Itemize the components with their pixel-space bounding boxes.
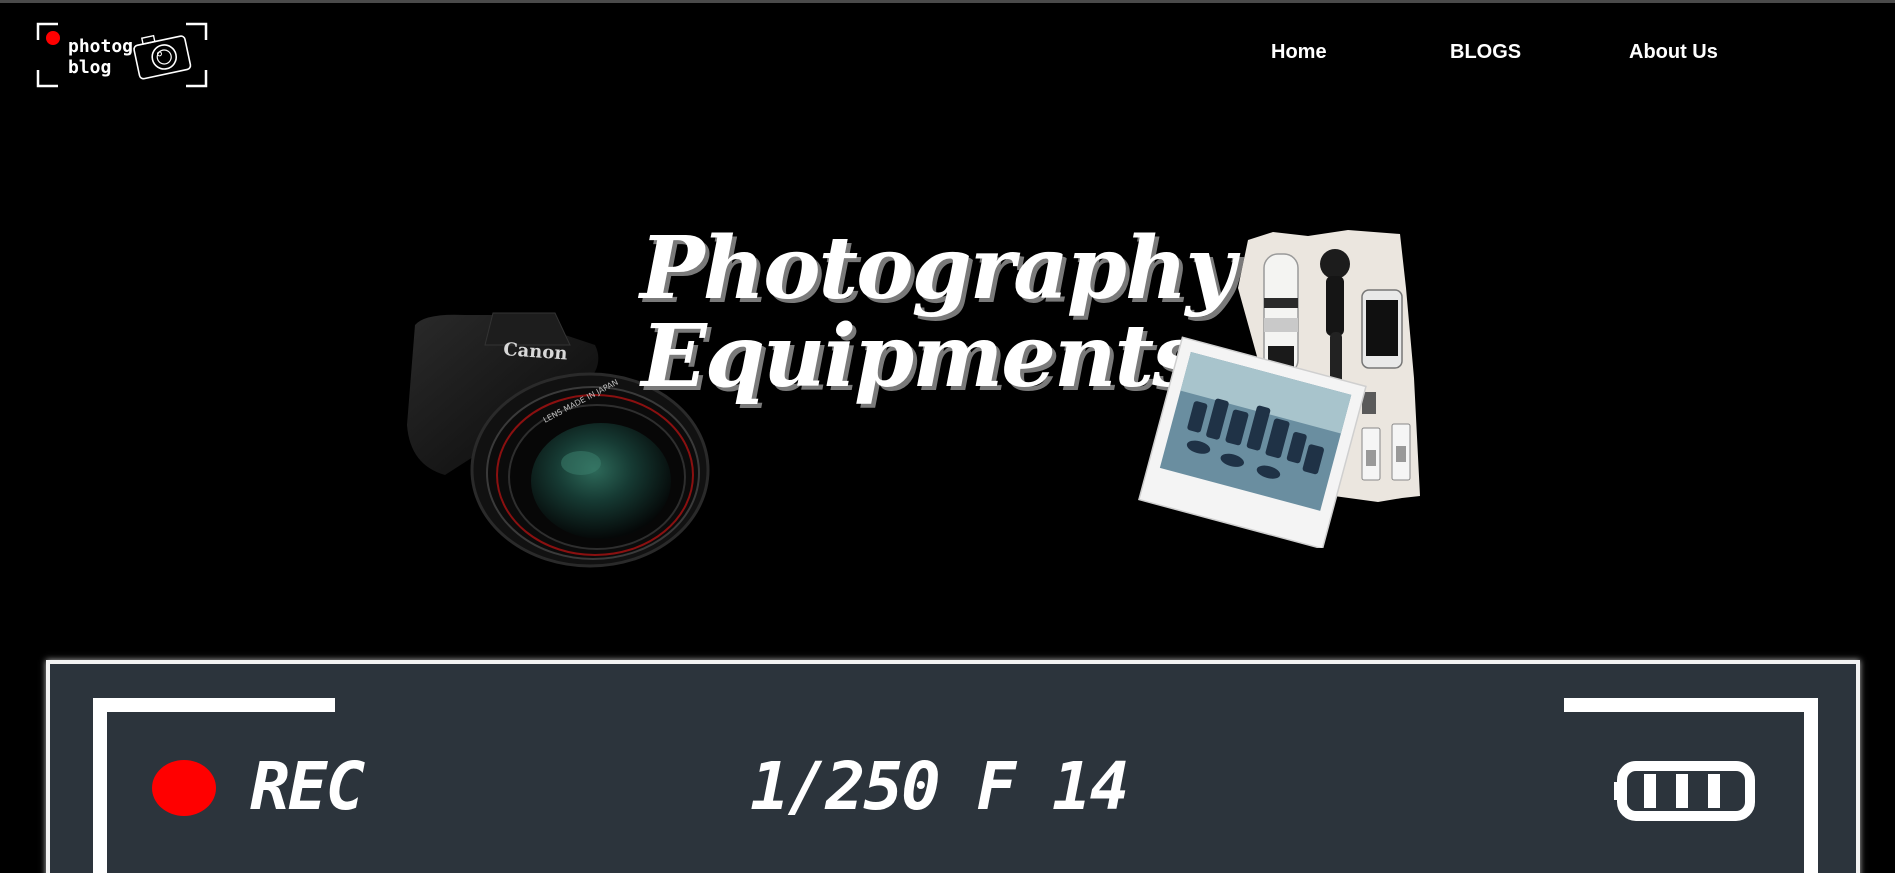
page: photog blog Home BLOGS About Us Canon LE…: [0, 0, 1895, 873]
exposure-readout: 1/250 F 14: [750, 748, 1129, 825]
hero-title: Photography Equipments: [640, 218, 1235, 407]
rec-label: REC: [250, 748, 365, 825]
nav-blogs-link[interactable]: BLOGS: [1450, 41, 1521, 64]
top-divider: [0, 0, 1895, 3]
hero-title-line-1: Photography: [640, 218, 1235, 319]
nav-home-link[interactable]: Home: [1271, 41, 1327, 64]
record-dot-icon: [152, 760, 216, 816]
equipment-collage-image: [1138, 230, 1420, 548]
main-nav: Home BLOGS About Us: [0, 41, 1895, 69]
battery-icon: [1614, 761, 1755, 821]
hero-title-line-2: Equipments: [641, 306, 1200, 407]
nav-about-link[interactable]: About Us: [1629, 41, 1718, 64]
viewfinder-panel: REC 1/250 F 14: [46, 660, 1860, 873]
svg-text:Canon: Canon: [503, 339, 568, 364]
